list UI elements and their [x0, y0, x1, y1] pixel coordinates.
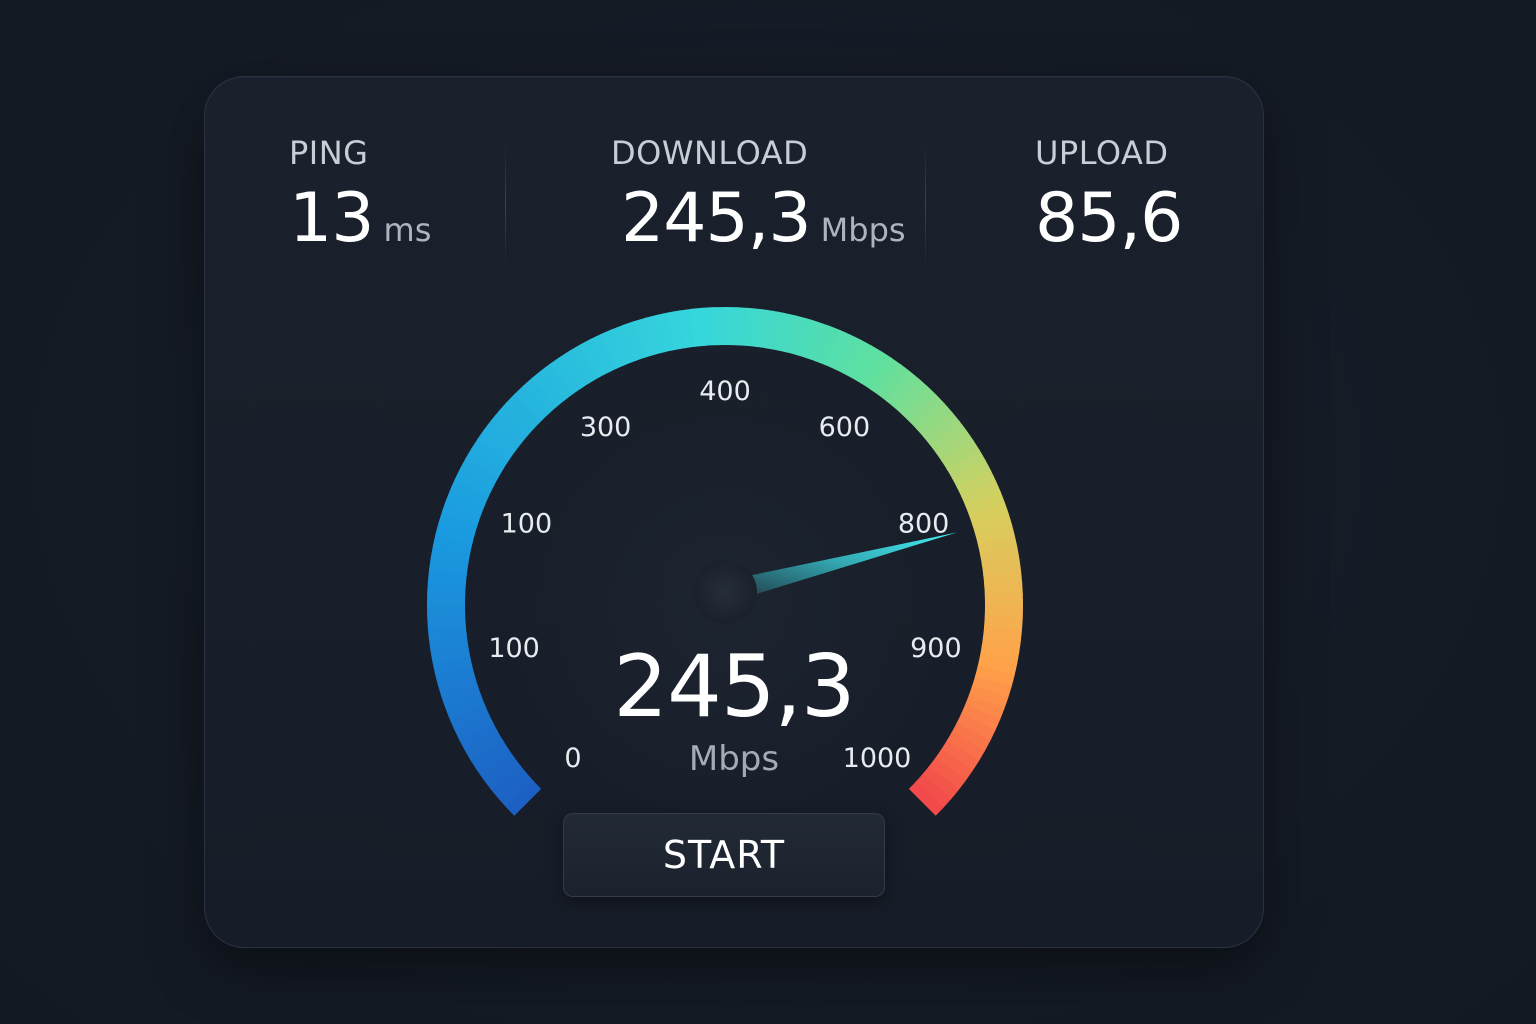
gauge-arc-segment [427, 568, 467, 585]
gauge-arc-segment [477, 428, 516, 461]
gauge-arc-segment [427, 623, 467, 641]
start-button[interactable]: START [563, 813, 885, 897]
gauge-arc-segment [951, 459, 992, 489]
gauge-arc-segment [941, 439, 980, 471]
gauge-arc-segment [549, 356, 582, 395]
gauge-arc-segment [977, 535, 1018, 556]
speedtest-page: PING 13 ms DOWNLOAD 245,3 Mbps UPLOAD 85,6 [0, 0, 1536, 1024]
gauge-tick-label: 600 [819, 412, 871, 443]
gauge-arc-segment [483, 419, 522, 453]
gauge-arc-segment [689, 307, 707, 347]
gauge-readout-unit: Mbps [688, 739, 780, 779]
gauge-arc-segment [869, 357, 902, 396]
gauge-arc-segment [445, 489, 486, 516]
gauge-arc-segment [824, 329, 852, 370]
gauge-arc-segment [701, 307, 717, 346]
gauge-arc-segment [666, 310, 686, 351]
gauge-arc-segment [464, 447, 505, 479]
gauge-arc-segment [621, 321, 647, 362]
gauge-arc-segment [432, 533, 473, 555]
gauge-arc-segment [522, 377, 558, 415]
gauge-tick-label: 100 [501, 509, 553, 540]
gauge-arc-segment [644, 314, 666, 355]
gauge-arc-segment [975, 524, 1016, 546]
gauge-arc-segment [961, 480, 1001, 508]
gauge-tick-label: 800 [898, 509, 950, 540]
gauge-arc-segment [983, 569, 1023, 587]
gauge-arc-segment [427, 613, 466, 629]
gauge-arc-segment [579, 338, 609, 379]
gauge-arc-segment [842, 339, 873, 379]
gauge-arc-segment [655, 312, 676, 353]
gauge-arc-segment [915, 402, 953, 438]
gauge-arc-segment [983, 625, 1023, 642]
gauge-arc-segment [430, 545, 471, 565]
gauge-hub [693, 560, 757, 624]
gauge-arc-segment [785, 315, 808, 356]
gauge-arc-segment [632, 317, 657, 358]
speedtest-card: PING 13 ms DOWNLOAD 245,3 Mbps UPLOAD 85,6 [204, 76, 1264, 948]
gauge-arc-segment [540, 362, 574, 401]
gauge-arc-segment [438, 511, 479, 535]
gauge-arc-segment [908, 394, 946, 430]
gauge-arc-segment [946, 449, 986, 480]
gauge-arc-segment [795, 318, 819, 359]
gauge-arc-segment [490, 410, 529, 445]
gauge-arc-segment [589, 333, 618, 374]
gauge-arc-segment [984, 615, 1023, 631]
gauge-arc-segment [956, 469, 997, 498]
gauge-arc-segment [775, 312, 797, 353]
gauge-arc-segment [735, 307, 751, 346]
gauge-arc-segment [531, 369, 566, 408]
gauge-arc-segment [569, 344, 600, 384]
gauge-arc-segment [441, 500, 482, 525]
gauge-arc-segment [506, 393, 543, 429]
gauge-arc-segment [984, 581, 1023, 597]
gauge-arc-segment [755, 309, 774, 349]
gauge-arc-segment [860, 350, 893, 390]
gauge-arc-segment [805, 321, 830, 362]
gauge-arc-segment [979, 546, 1020, 566]
gauge-arc-segment [981, 558, 1022, 577]
gauge-arc-segment [435, 522, 476, 545]
gauge-arc-segment [497, 772, 535, 808]
gauge-arc-segment [833, 334, 862, 375]
gauge-arc-segment [968, 501, 1009, 527]
gauge-arc-segment [877, 363, 911, 402]
gauge-readout-value: 245,3 [613, 637, 855, 737]
gauge-arc-segment [504, 780, 542, 816]
gauge-arc-segment [935, 429, 974, 462]
gauge-arc-segment [914, 773, 952, 809]
gauge-arc-segment [559, 350, 591, 389]
gauge-arc-segment [600, 329, 628, 369]
gauge-arc-segment [908, 781, 944, 816]
gauge-arc-segment [454, 468, 495, 497]
gauge-arc-segment [449, 478, 490, 506]
gauge-arc-segment [885, 370, 920, 409]
gauge-arc-segment [851, 344, 883, 385]
gauge-arc-segment [972, 512, 1013, 537]
gauge-arc-segment [922, 411, 961, 446]
gauge-arc-segment [429, 556, 469, 575]
gauge-tick-label: 400 [699, 376, 751, 407]
gauge-arc-segment [901, 386, 937, 423]
gauge-arc-segment [459, 457, 499, 488]
gauge-arc-segment [893, 378, 929, 416]
gauge-arc-segment [470, 437, 510, 470]
gauge-arc-segment [610, 324, 637, 365]
gauge-arc-segment [814, 325, 841, 366]
gauge-arc-segment [427, 579, 466, 595]
gauge-arc-segment [498, 401, 536, 437]
gauge-arc-segment [678, 308, 697, 349]
gauge-arc-segment [514, 384, 550, 422]
gauge-arc-segment [745, 307, 762, 347]
gauge-arc-segment [929, 420, 968, 454]
gauge-tick-label: 300 [580, 412, 632, 443]
gauge-arc-segment [765, 310, 785, 351]
gauge-arc-segment [965, 490, 1006, 517]
